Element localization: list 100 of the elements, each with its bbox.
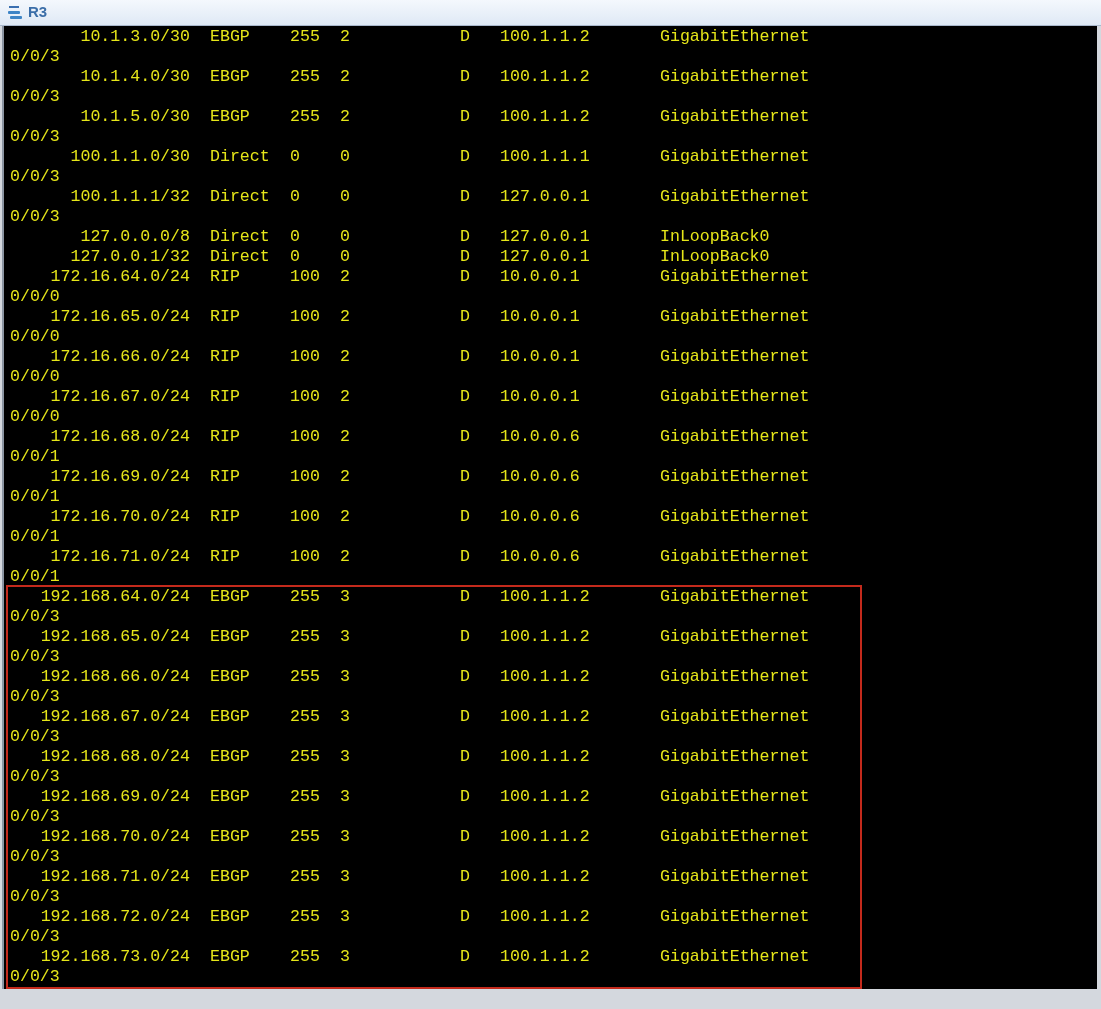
interface-text: 0/0/3 (10, 807, 60, 827)
interface-text: 0/0/3 (10, 767, 60, 787)
cost-text: 0 (340, 187, 350, 206)
flags-text: D (460, 947, 470, 966)
cost-text: 3 (340, 747, 350, 766)
flags-text: D (460, 247, 470, 266)
flags-text: D (460, 107, 470, 126)
protocol-text: RIP (210, 507, 240, 526)
protocol-text: RIP (210, 267, 240, 286)
cost-text: 3 (340, 667, 350, 686)
interface-text: GigabitEthernet (660, 67, 810, 87)
flags-text: D (460, 27, 470, 46)
next-hop-text: 100.1.1.2 (500, 787, 590, 806)
interface-text: InLoopBack0 (660, 227, 770, 247)
flags-text: D (460, 387, 470, 406)
flags-text: D (460, 307, 470, 326)
cost-text: 3 (340, 827, 350, 846)
next-hop-text: 127.0.0.1 (500, 187, 590, 206)
interface-text: 0/0/3 (10, 687, 60, 707)
preference-text: 255 (290, 67, 320, 86)
destination-text: 192.168.66.0/24 (40, 667, 190, 687)
interface-text: 0/0/1 (10, 527, 60, 547)
interface-text: 0/0/0 (10, 367, 60, 387)
interface-text: GigabitEthernet (660, 467, 810, 487)
next-hop-text: 100.1.1.2 (500, 627, 590, 646)
destination-text: 172.16.65.0/24 (50, 307, 190, 327)
protocol-text: Direct (210, 247, 270, 266)
next-hop-text: 10.0.0.6 (500, 547, 580, 566)
preference-text: 255 (290, 907, 320, 926)
cost-text: 2 (340, 107, 350, 126)
next-hop-text: 10.0.0.6 (500, 467, 580, 486)
interface-text: GigabitEthernet (660, 347, 810, 367)
next-hop-text: 100.1.1.2 (500, 667, 590, 686)
cost-text: 3 (340, 707, 350, 726)
cost-text: 3 (340, 787, 350, 806)
preference-text: 255 (290, 707, 320, 726)
interface-text: 0/0/3 (10, 887, 60, 907)
protocol-text: EBGP (210, 107, 250, 126)
destination-text: 192.168.73.0/24 (40, 947, 190, 967)
protocol-text: RIP (210, 547, 240, 566)
next-hop-text: 10.0.0.6 (500, 427, 580, 446)
destination-text: 192.168.65.0/24 (40, 627, 190, 647)
cost-text: 3 (340, 907, 350, 926)
preference-text: 255 (290, 947, 320, 966)
protocol-text: EBGP (210, 947, 250, 966)
flags-text: D (460, 187, 470, 206)
protocol-text: Direct (210, 187, 270, 206)
flags-text: D (460, 667, 470, 686)
flags-text: D (460, 627, 470, 646)
protocol-text: Direct (210, 147, 270, 166)
interface-text: GigabitEthernet (660, 267, 810, 287)
interface-text: 0/0/3 (10, 127, 60, 147)
destination-text: 172.16.64.0/24 (50, 267, 190, 287)
cost-text: 2 (340, 427, 350, 446)
interface-text: 0/0/3 (10, 87, 60, 107)
destination-text: 192.168.69.0/24 (40, 787, 190, 807)
destination-text: 192.168.71.0/24 (40, 867, 190, 887)
cost-text: 2 (340, 467, 350, 486)
preference-text: 0 (290, 227, 300, 246)
cost-text: 0 (340, 247, 350, 266)
protocol-text: EBGP (210, 627, 250, 646)
protocol-text: EBGP (210, 67, 250, 86)
interface-text: GigabitEthernet (660, 867, 810, 887)
flags-text: D (460, 467, 470, 486)
flags-text: D (460, 867, 470, 886)
preference-text: 100 (290, 347, 320, 366)
destination-text: 172.16.67.0/24 (50, 387, 190, 407)
protocol-text: EBGP (210, 787, 250, 806)
protocol-text: EBGP (210, 747, 250, 766)
interface-text: 0/0/3 (10, 647, 60, 667)
destination-text: 100.1.1.1/32 (70, 187, 190, 207)
interface-text: GigabitEthernet (660, 587, 810, 607)
interface-text: GigabitEthernet (660, 427, 810, 447)
protocol-text: RIP (210, 427, 240, 446)
flags-text: D (460, 547, 470, 566)
protocol-text: RIP (210, 307, 240, 326)
interface-text: GigabitEthernet (660, 307, 810, 327)
next-hop-text: 100.1.1.1 (500, 147, 590, 166)
preference-text: 255 (290, 787, 320, 806)
destination-text: 192.168.67.0/24 (40, 707, 190, 727)
interface-text: GigabitEthernet (660, 947, 810, 967)
interface-text: GigabitEthernet (660, 707, 810, 727)
flags-text: D (460, 347, 470, 366)
cost-text: 2 (340, 347, 350, 366)
cost-text: 2 (340, 387, 350, 406)
preference-text: 100 (290, 307, 320, 326)
next-hop-text: 10.0.0.1 (500, 387, 580, 406)
interface-text: GigabitEthernet (660, 507, 810, 527)
destination-text: 172.16.71.0/24 (50, 547, 190, 567)
next-hop-text: 100.1.1.2 (500, 827, 590, 846)
flags-text: D (460, 587, 470, 606)
destination-text: 172.16.70.0/24 (50, 507, 190, 527)
next-hop-text: 100.1.1.2 (500, 907, 590, 926)
preference-text: 255 (290, 867, 320, 886)
flags-text: D (460, 267, 470, 286)
interface-text: 0/0/3 (10, 847, 60, 867)
destination-text: 100.1.1.0/30 (70, 147, 190, 167)
next-hop-text: 127.0.0.1 (500, 247, 590, 266)
next-hop-text: 10.0.0.1 (500, 267, 580, 286)
interface-text: GigabitEthernet (660, 147, 810, 167)
